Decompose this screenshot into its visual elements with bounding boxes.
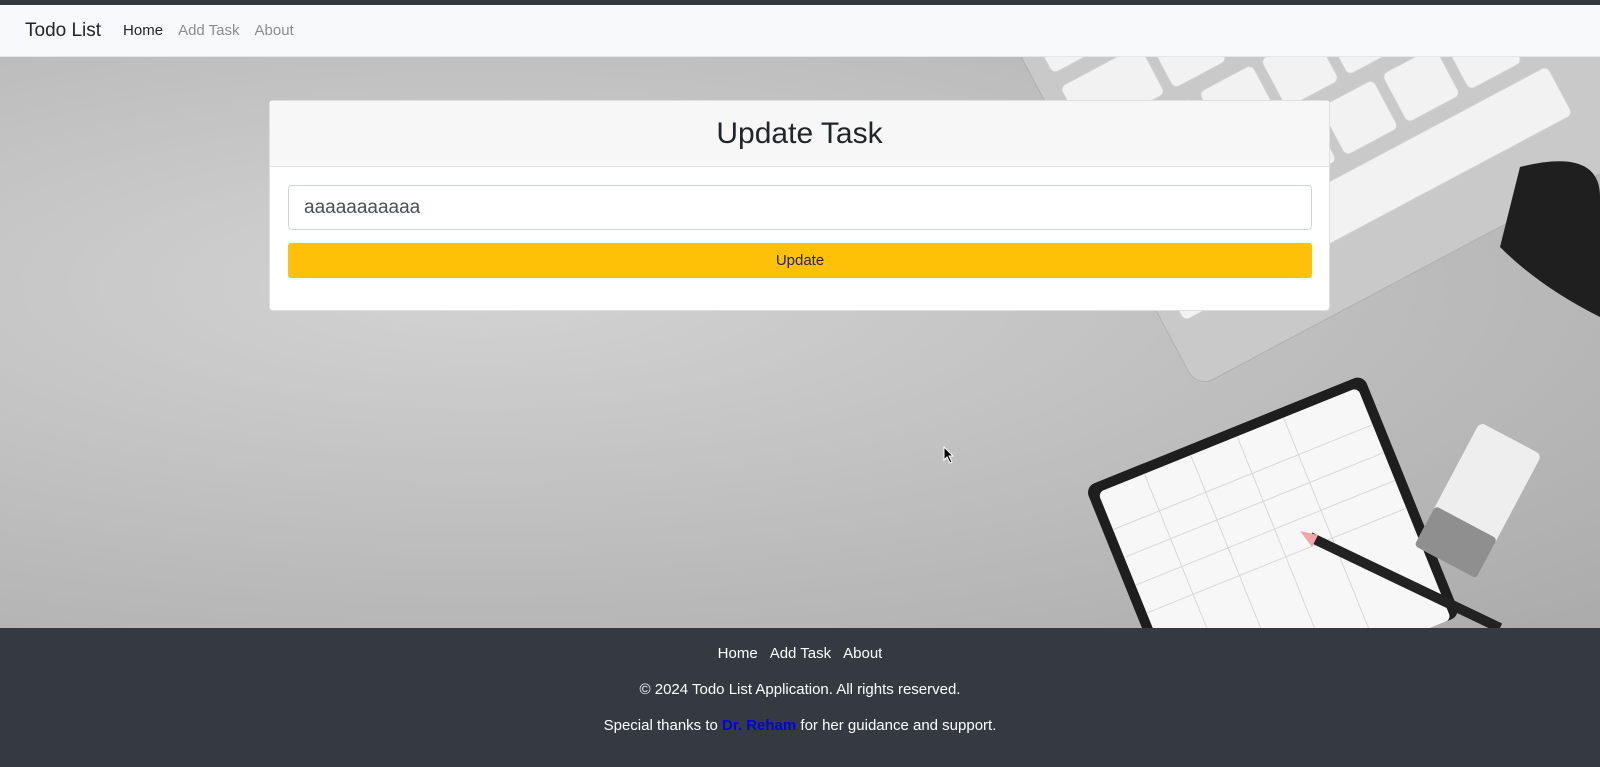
card-header: Update Task	[270, 101, 1329, 167]
thanks-text: Special thanks to Dr. Reham for her guid…	[0, 717, 1600, 734]
mouse-cursor-icon	[943, 446, 955, 464]
footer-nav: Home Add Task About	[0, 645, 1600, 662]
footer: Home Add Task About © 2024 Todo List App…	[0, 628, 1600, 767]
navbar: Todo List Home Add Task About	[0, 5, 1600, 57]
notebook-image	[1088, 377, 1458, 628]
nav-link-add-task[interactable]: Add Task	[178, 22, 239, 39]
update-button[interactable]: Update	[288, 243, 1312, 278]
eraser-image	[1415, 424, 1540, 578]
copyright-text: © 2024 Todo List Application. All rights…	[639, 681, 961, 698]
nav-link-about[interactable]: About	[255, 22, 294, 39]
footer-link-home[interactable]: Home	[718, 645, 758, 662]
thanks-link[interactable]: Dr. Reham	[722, 717, 796, 734]
nav-link-home[interactable]: Home	[123, 22, 163, 39]
update-task-card: Update Task Update	[269, 100, 1330, 311]
footer-link-add-task[interactable]: Add Task	[770, 645, 831, 662]
footer-link-about[interactable]: About	[843, 645, 882, 662]
navbar-brand[interactable]: Todo List	[25, 20, 101, 42]
thanks-suffix: for her guidance and support.	[800, 717, 997, 734]
thanks-prefix: Special thanks to	[603, 717, 718, 734]
task-input[interactable]	[288, 185, 1312, 230]
card-title: Update Task	[716, 116, 883, 150]
